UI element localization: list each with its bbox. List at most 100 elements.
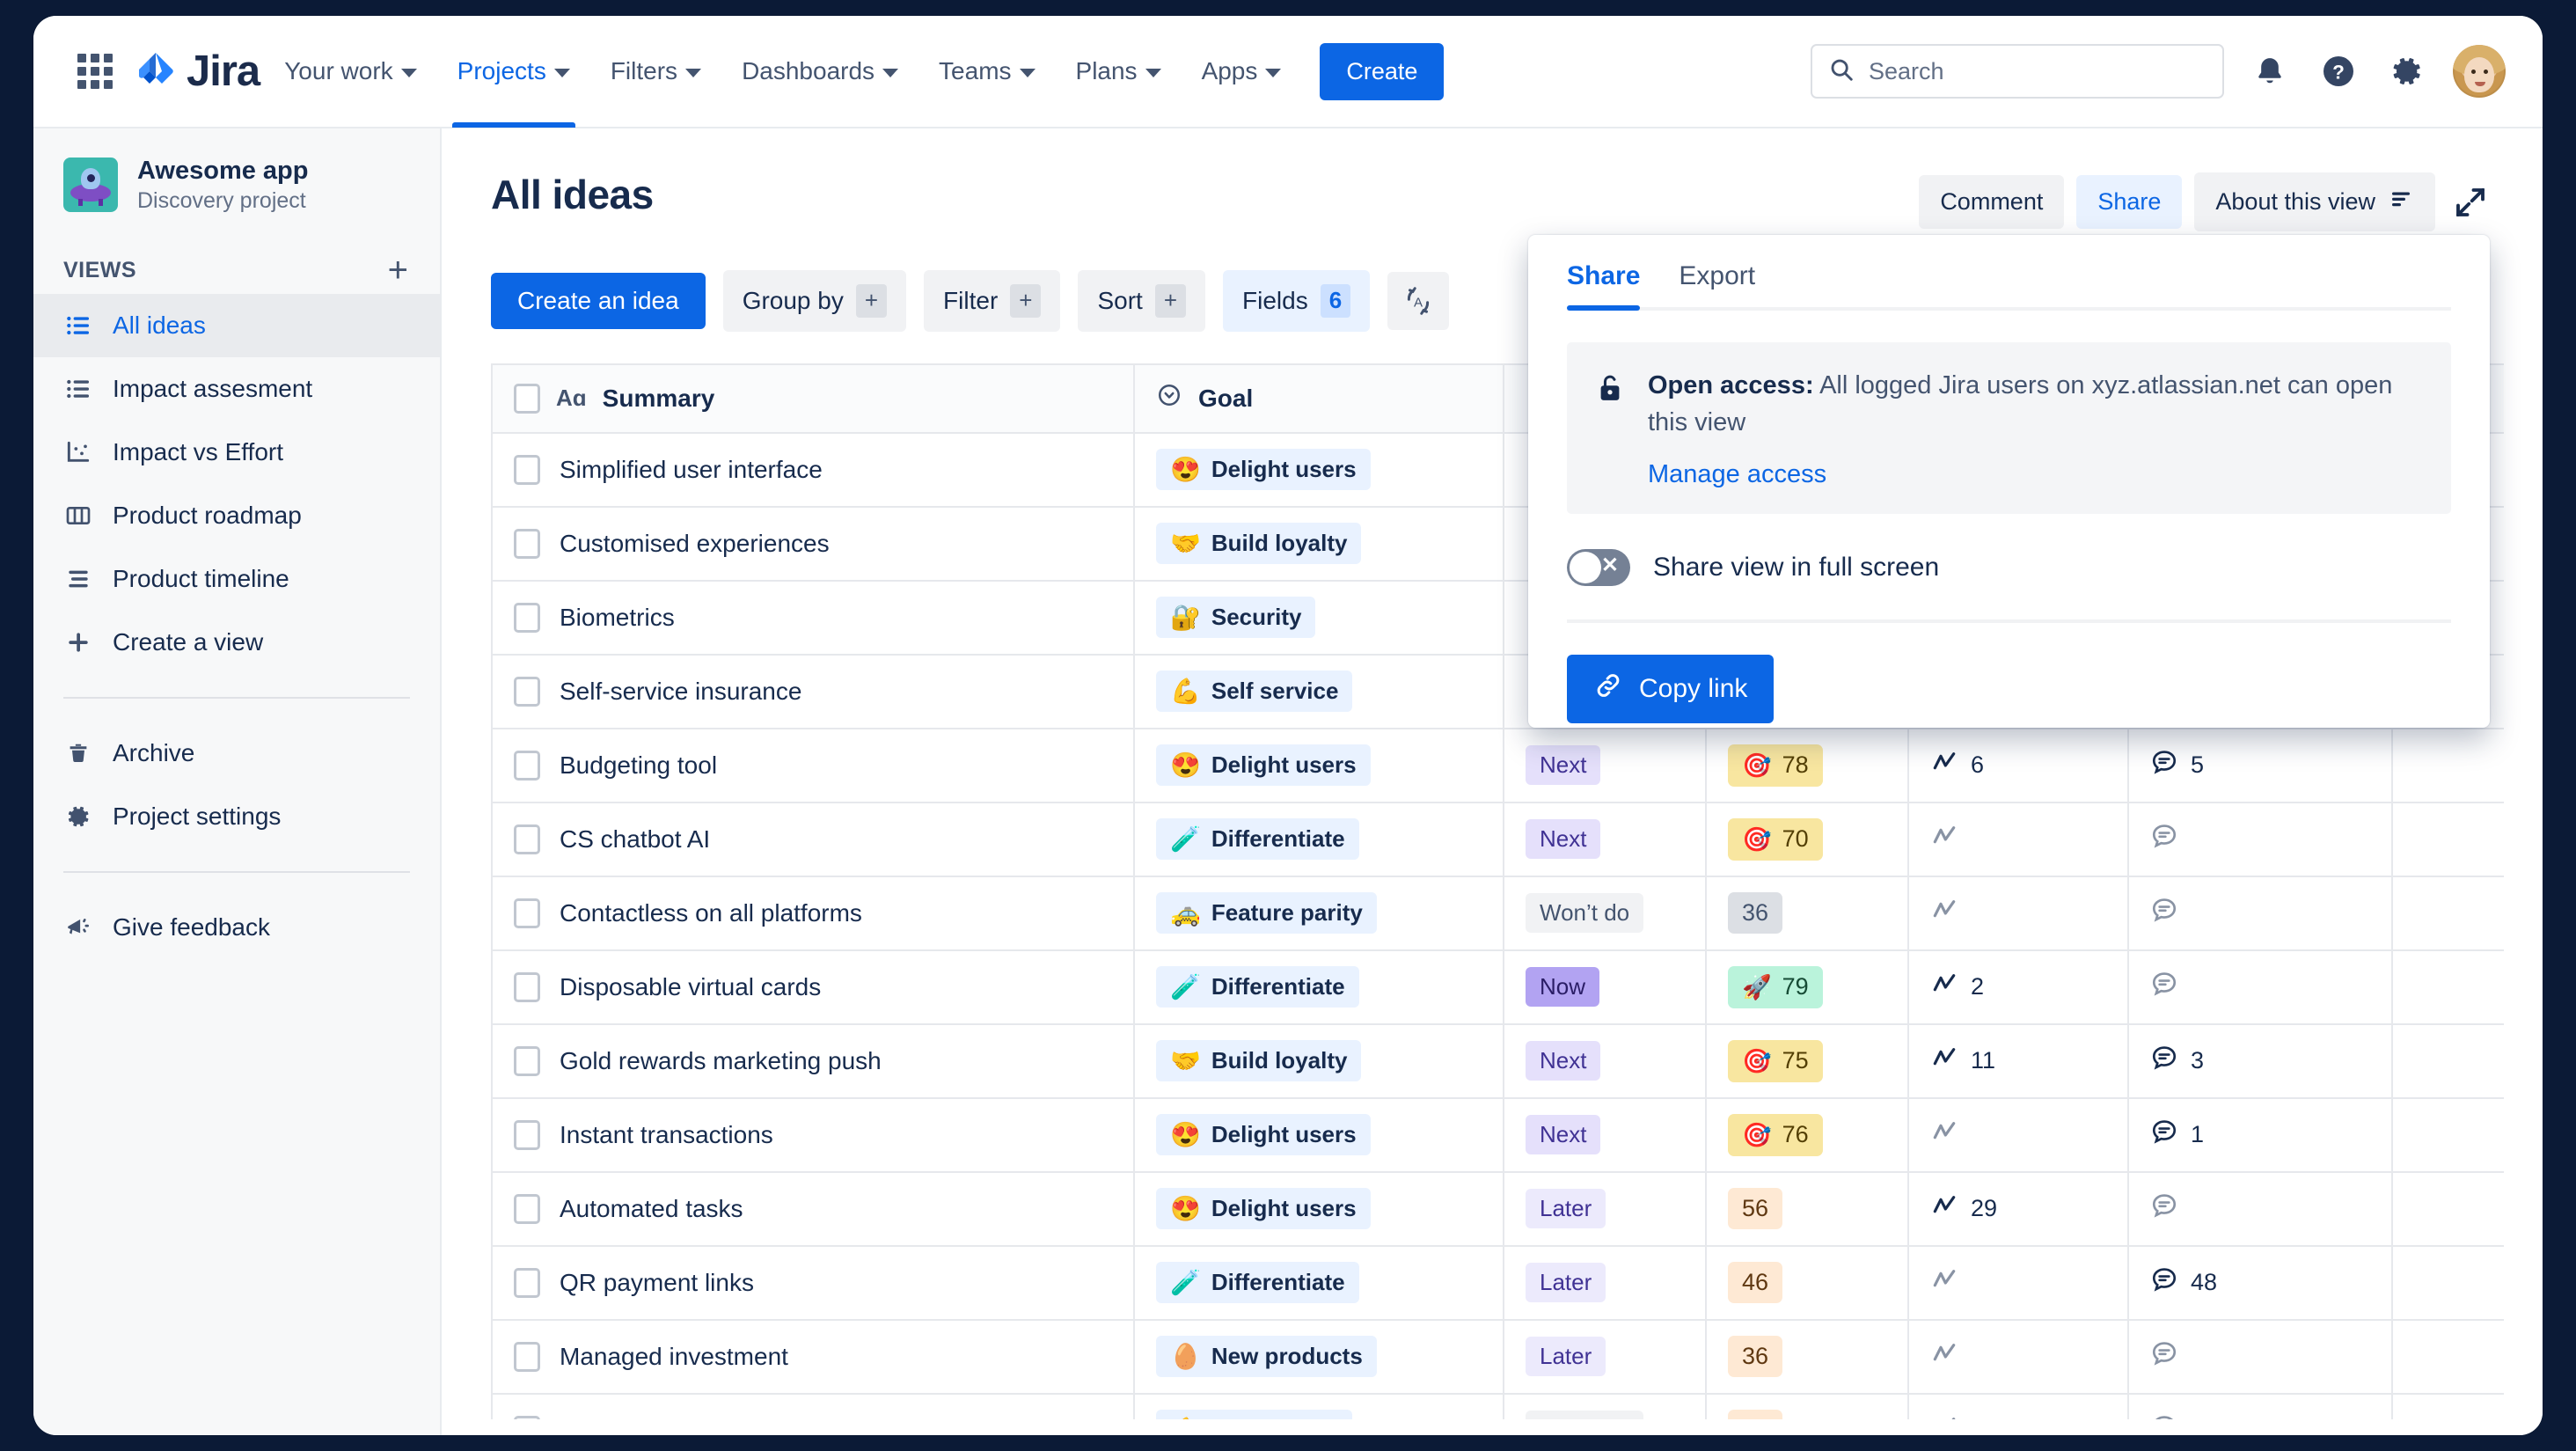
cell-insights[interactable]: 11 xyxy=(1908,1022,2129,1099)
status-badge[interactable]: Later xyxy=(1526,1263,1606,1303)
tab-export[interactable]: Export xyxy=(1679,261,1755,307)
table-row[interactable]: CS chatbot AI 🧪 Differentiate Next 🎯 70 xyxy=(491,801,2504,877)
copy-link-button[interactable]: Copy link xyxy=(1567,655,1775,724)
cell-goal[interactable]: 💪 Self service xyxy=(1134,653,1504,729)
goal-badge[interactable]: 🔐 Security xyxy=(1156,597,1316,639)
share-fullscreen-toggle[interactable]: ✕ xyxy=(1567,549,1630,587)
cell-goal[interactable]: 🤝 Build loyalty xyxy=(1134,505,1504,582)
sidebar-item-project-settings[interactable]: Project settings xyxy=(33,785,440,848)
cell-comments[interactable]: 1 xyxy=(2128,1096,2393,1173)
nav-item-your-work[interactable]: Your work xyxy=(268,16,432,128)
nav-item-dashboards[interactable]: Dashboards xyxy=(726,16,914,128)
status-badge[interactable]: Now xyxy=(1526,967,1600,1008)
nav-item-filters[interactable]: Filters xyxy=(595,16,717,128)
score-badge[interactable]: 56 xyxy=(1728,1188,1783,1230)
insights-metric[interactable]: 11 xyxy=(1930,1044,2106,1078)
table-row[interactable]: Self service: savings accounts 💪 Self serv… xyxy=(491,1392,2504,1419)
cell-insights[interactable] xyxy=(1908,801,2129,877)
cell-score[interactable]: 🎯 70 xyxy=(1706,801,1909,877)
about-this-view-button[interactable]: About this view xyxy=(2194,172,2435,231)
insights-metric[interactable] xyxy=(1930,1413,2106,1419)
status-badge[interactable]: Next xyxy=(1526,745,1601,786)
row-checkbox[interactable] xyxy=(514,1267,540,1298)
cell-goal[interactable]: 🔐 Security xyxy=(1134,579,1504,656)
sidebar-item-create-a-view[interactable]: Create a view xyxy=(33,611,440,674)
settings-gear-icon[interactable] xyxy=(2384,48,2430,94)
cell-status[interactable]: Next xyxy=(1504,727,1707,803)
sort-button[interactable]: Sort + xyxy=(1078,270,1206,332)
score-badge[interactable]: 🚀 79 xyxy=(1728,965,1823,1008)
nav-item-apps[interactable]: Apps xyxy=(1186,16,1298,128)
column-header-summary[interactable]: Aɑ Summary xyxy=(491,363,1135,434)
sidebar-item-product-timeline[interactable]: Product timeline xyxy=(33,547,440,611)
row-checkbox[interactable] xyxy=(514,1045,540,1076)
row-checkbox[interactable] xyxy=(514,454,540,485)
score-badge[interactable]: 55 xyxy=(1728,1410,1783,1419)
insights-metric[interactable]: 29 xyxy=(1930,1191,2106,1226)
cell-comments[interactable] xyxy=(2128,1170,2393,1247)
goal-badge[interactable]: 🧪 Differentiate xyxy=(1156,1262,1359,1304)
filter-button[interactable]: Filter + xyxy=(924,270,1061,332)
cell-score[interactable]: 46 xyxy=(1706,1244,1909,1321)
row-checkbox[interactable] xyxy=(514,1119,540,1150)
cell-summary[interactable]: Gold rewards marketing push xyxy=(491,1022,1135,1099)
score-badge[interactable]: 🎯 75 xyxy=(1728,1039,1823,1082)
insights-metric[interactable] xyxy=(1930,1265,2106,1300)
auto-sort-a-icon[interactable]: A xyxy=(1387,271,1450,330)
row-checkbox[interactable] xyxy=(514,824,540,854)
cell-comments[interactable] xyxy=(2128,875,2393,951)
table-row[interactable]: Instant transactions 😍 Delight users Next 🎯 7… xyxy=(491,1096,2504,1173)
cell-status[interactable]: Next xyxy=(1504,1096,1707,1173)
cell-status[interactable]: Later xyxy=(1504,1170,1707,1247)
insights-metric[interactable] xyxy=(1930,896,2106,930)
cell-summary[interactable]: Instant transactions xyxy=(491,1096,1135,1173)
cell-summary[interactable]: Automated tasks xyxy=(491,1170,1135,1247)
score-badge[interactable]: 🎯 78 xyxy=(1728,744,1823,787)
goal-badge[interactable]: 🧪 Differentiate xyxy=(1156,966,1359,1008)
goal-badge[interactable]: 😍 Delight users xyxy=(1156,1188,1371,1230)
sidebar-item-product-roadmap[interactable]: Product roadmap xyxy=(33,484,440,547)
app-switcher-icon[interactable] xyxy=(70,47,120,96)
goal-badge[interactable]: 😍 Delight users xyxy=(1156,744,1371,787)
score-badge[interactable]: 36 xyxy=(1728,1336,1783,1378)
jira-logo[interactable]: Jira xyxy=(135,47,260,96)
notifications-icon[interactable] xyxy=(2247,48,2293,94)
row-checkbox[interactable] xyxy=(514,528,540,559)
cell-score[interactable]: 36 xyxy=(1706,875,1909,951)
nav-item-projects[interactable]: Projects xyxy=(442,16,586,128)
goal-badge[interactable]: 🥚 New products xyxy=(1156,1336,1377,1378)
row-checkbox[interactable] xyxy=(514,1341,540,1372)
cell-insights[interactable] xyxy=(1908,1318,2129,1395)
table-row[interactable]: Contactless on all platforms 🚕 Feature par… xyxy=(491,875,2504,951)
comments-metric[interactable]: 3 xyxy=(2150,1044,2370,1078)
cell-comments[interactable] xyxy=(2128,1392,2393,1419)
score-badge[interactable]: 🎯 76 xyxy=(1728,1113,1823,1156)
row-checkbox[interactable] xyxy=(514,971,540,1002)
cell-summary[interactable]: Customised experiences xyxy=(491,505,1135,582)
cell-score[interactable]: 🎯 78 xyxy=(1706,727,1909,803)
project-header[interactable]: Awesome app Discovery project xyxy=(33,128,440,230)
cell-insights[interactable] xyxy=(1908,1096,2129,1173)
cell-insights[interactable]: 2 xyxy=(1908,949,2129,1025)
sidebar-item-impact-vs-effort[interactable]: Impact vs Effort xyxy=(33,421,440,484)
share-button[interactable]: Share xyxy=(2076,175,2183,229)
insights-metric[interactable] xyxy=(1930,1118,2106,1152)
create-button[interactable]: Create xyxy=(1320,42,1445,100)
comments-metric[interactable]: 5 xyxy=(2150,748,2370,782)
cell-score[interactable]: 36 xyxy=(1706,1318,1909,1395)
status-badge[interactable]: Next xyxy=(1526,1115,1601,1155)
goal-badge[interactable]: 🤝 Build loyalty xyxy=(1156,523,1362,565)
cell-goal[interactable]: 😍 Delight users xyxy=(1134,727,1504,803)
status-badge[interactable]: Won’t do xyxy=(1526,893,1644,934)
cell-score[interactable]: 🎯 76 xyxy=(1706,1096,1909,1173)
comments-metric[interactable]: 1 xyxy=(2150,1118,2370,1152)
cell-comments[interactable]: 3 xyxy=(2128,1022,2393,1099)
cell-summary[interactable]: Self service: savings accounts xyxy=(491,1392,1135,1419)
cell-comments[interactable] xyxy=(2128,949,2393,1025)
row-checkbox[interactable] xyxy=(514,602,540,633)
select-all-checkbox[interactable] xyxy=(514,383,540,414)
status-badge[interactable]: Later xyxy=(1526,1189,1606,1229)
cell-insights[interactable]: 6 xyxy=(1908,727,2129,803)
cell-summary[interactable]: Self-service insurance xyxy=(491,653,1135,729)
cell-comments[interactable]: 48 xyxy=(2128,1244,2393,1321)
